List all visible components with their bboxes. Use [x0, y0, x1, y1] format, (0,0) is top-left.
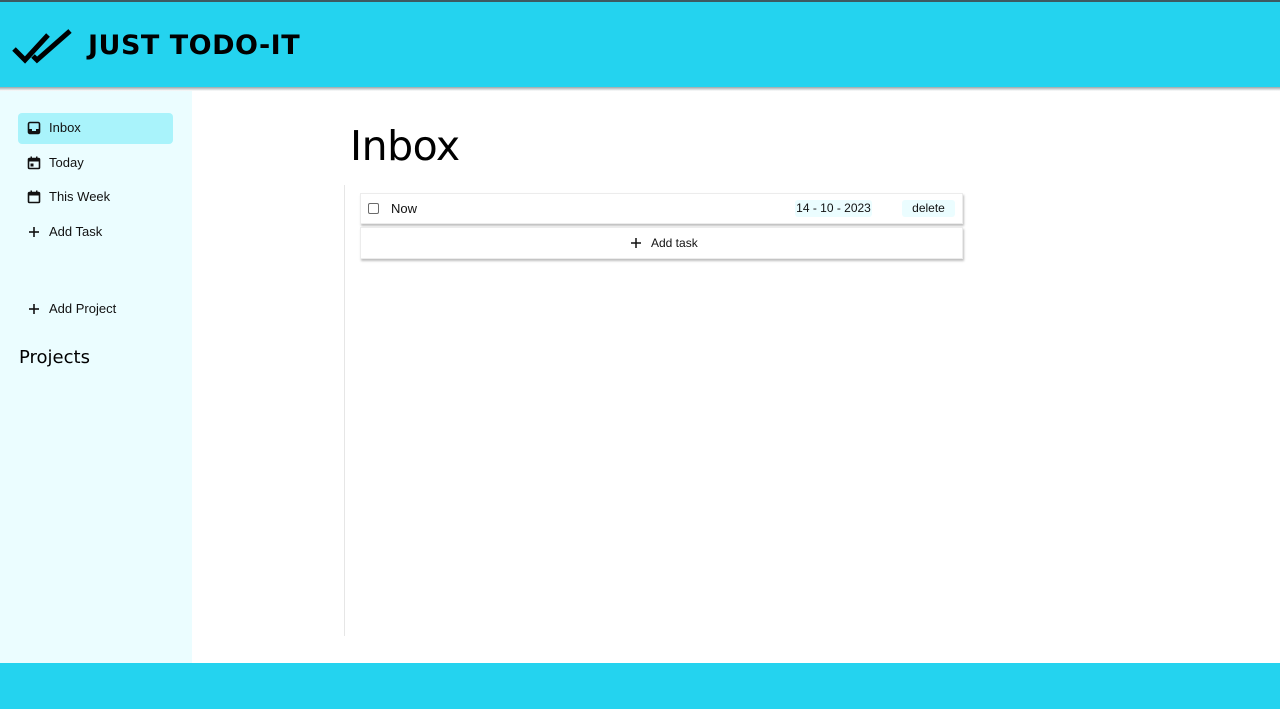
plus-icon: [29, 227, 39, 237]
delete-task-button[interactable]: delete: [902, 200, 955, 217]
app-title: JUST TODO-IT: [88, 30, 301, 61]
add-project-button[interactable]: Add Project: [18, 294, 173, 325]
task-row: Now 14 - 10 - 2023 delete: [360, 193, 963, 224]
header-shadow: [0, 87, 1280, 91]
plus-icon: [29, 304, 39, 314]
inbox-icon: [27, 121, 41, 135]
add-task-button[interactable]: Add task: [360, 227, 963, 259]
sidebar-item-label: Inbox: [49, 120, 81, 135]
app-header: JUST TODO-IT: [0, 0, 1280, 87]
sidebar-item-inbox[interactable]: Inbox: [18, 113, 173, 144]
content-divider: [344, 185, 345, 636]
task-date[interactable]: 14 - 10 - 2023: [795, 200, 872, 217]
task-title: Now: [391, 201, 418, 216]
sidebar-item-add-task[interactable]: Add Task: [18, 217, 173, 248]
add-task-label: Add task: [651, 236, 698, 250]
sidebar: Inbox Today This Week Add Task Projects: [0, 91, 192, 663]
calendar-icon: [27, 156, 41, 170]
sidebar-item-label: Today: [49, 155, 84, 170]
task-checkbox[interactable]: [368, 203, 379, 214]
plus-icon: [631, 238, 641, 248]
app-footer: [0, 663, 1280, 709]
double-check-icon: [12, 29, 72, 64]
projects-heading: Projects: [19, 347, 90, 368]
calendar-icon: [27, 190, 41, 204]
sidebar-item-today[interactable]: Today: [18, 148, 173, 179]
add-project-label: Add Project: [49, 301, 117, 316]
sidebar-item-label: Add Task: [49, 224, 103, 239]
page-title: Inbox: [350, 122, 460, 170]
sidebar-item-this-week[interactable]: This Week: [18, 182, 173, 213]
sidebar-item-label: This Week: [49, 189, 111, 204]
